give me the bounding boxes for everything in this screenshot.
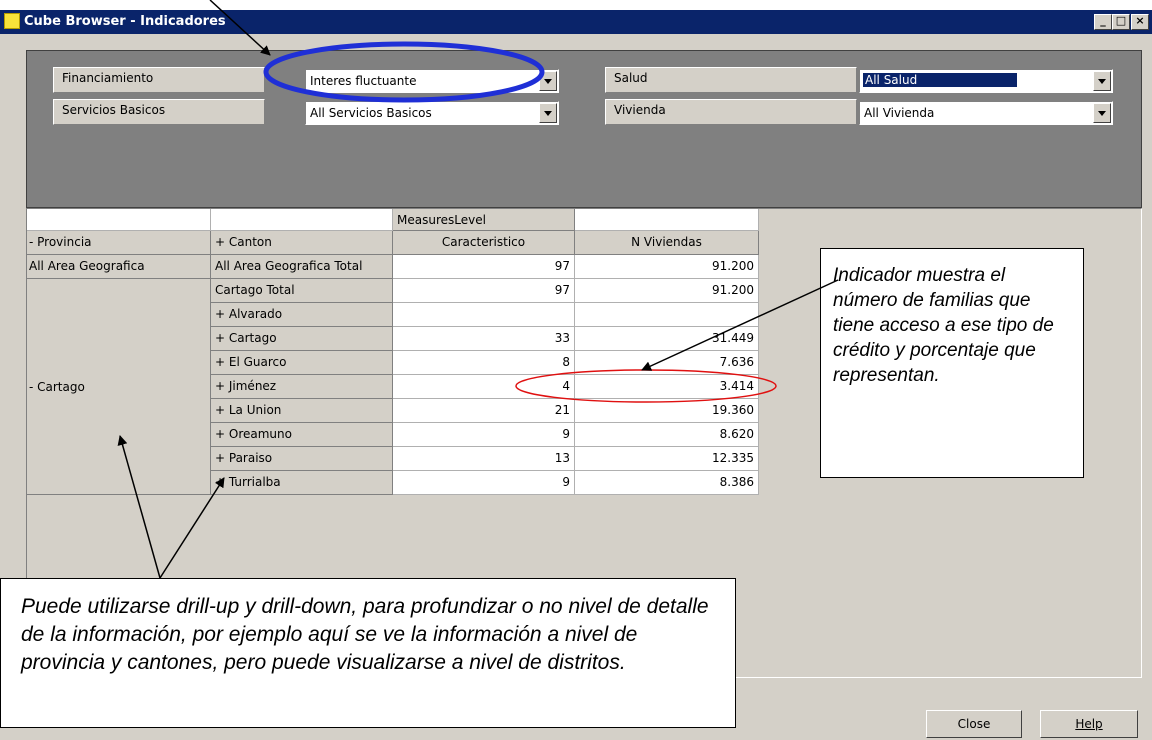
canton-cell[interactable]: + Cartago [211,327,393,351]
callout-drill: Puede utilizarse drill-up y drill-down, … [0,578,736,728]
provincia-header[interactable]: - Provincia [27,231,211,255]
caracteristico-value: 9 [393,471,575,495]
callout-indicador: Indicador muestra el número de familias … [820,248,1084,478]
canton-cell[interactable]: + La Union [211,399,393,423]
filter-label-salud: Salud [605,67,857,93]
help-button[interactable]: Help [1040,710,1138,738]
caracteristico-value: 97 [393,279,575,303]
canton-cell[interactable]: + Alvarado [211,303,393,327]
window-title: Cube Browser - Indicadores [24,14,226,29]
header-empty-cell [575,209,759,231]
cube-app-icon [4,13,20,29]
filter-value: All Salud [863,73,1017,87]
caracteristico-header[interactable]: Caracteristico [393,231,575,255]
all-area-geografica-cell[interactable]: All Area Geografica [27,255,211,279]
caracteristico-value [393,303,575,327]
chevron-down-icon[interactable] [539,103,557,123]
filter-value: All Servicios Basicos [310,106,432,120]
chevron-down-icon[interactable] [539,71,557,91]
n-viviendas-value: 8.386 [575,471,759,495]
caracteristico-value: 4 [393,375,575,399]
canton-cell[interactable]: + Jiménez [211,375,393,399]
n-viviendas-value: 31.449 [575,327,759,351]
n-viviendas-value: 7.636 [575,351,759,375]
canton-cell[interactable]: + El Guarco [211,351,393,375]
chevron-down-icon[interactable] [1093,71,1111,91]
corner-cell [27,209,211,231]
caracteristico-value: 97 [393,255,575,279]
filter-select-financiamiento[interactable]: Interes fluctuante [305,69,559,93]
filter-value: Interes fluctuante [310,74,417,88]
corner-cell [211,209,393,231]
minimize-button[interactable]: _ [1094,14,1112,30]
caracteristico-value: 8 [393,351,575,375]
chevron-down-icon[interactable] [1093,103,1111,123]
canton-cell[interactable]: + Turrialba [211,471,393,495]
canton-cell[interactable]: Cartago Total [211,279,393,303]
measures-level-header[interactable]: MeasuresLevel [393,209,575,231]
n-viviendas-value [575,303,759,327]
filter-value: All Vivienda [864,106,935,120]
close-button[interactable]: Close [926,710,1022,738]
filter-select-salud[interactable]: All Salud [859,69,1113,93]
caracteristico-value: 9 [393,423,575,447]
caracteristico-value: 21 [393,399,575,423]
row-label: All Area Geografica Total [211,255,393,279]
maximize-button[interactable]: □ [1112,14,1130,30]
title-bar[interactable]: Cube Browser - Indicadores _ □ × [0,10,1152,34]
n-viviendas-value: 91.200 [575,255,759,279]
filter-select-servicios[interactable]: All Servicios Basicos [305,101,559,125]
caracteristico-value: 33 [393,327,575,351]
n-viviendas-header[interactable]: N Viviendas [575,231,759,255]
caracteristico-value: 13 [393,447,575,471]
canton-cell[interactable]: + Paraiso [211,447,393,471]
filter-panel: Financiamiento Interes fluctuante Servic… [26,50,1142,208]
n-viviendas-value: 19.360 [575,399,759,423]
filter-label-financiamiento: Financiamiento [53,67,265,93]
filter-label-vivienda: Vivienda [605,99,857,125]
n-viviendas-value: 3.414 [575,375,759,399]
canton-cell[interactable]: + Oreamuno [211,423,393,447]
filter-select-vivienda[interactable]: All Vivienda [859,101,1113,125]
close-window-button[interactable]: × [1131,14,1149,30]
canton-header[interactable]: + Canton [211,231,393,255]
province-cartago-cell[interactable]: - Cartago [27,279,211,495]
filter-label-servicios: Servicios Basicos [53,99,265,125]
n-viviendas-value: 8.620 [575,423,759,447]
n-viviendas-value: 12.335 [575,447,759,471]
n-viviendas-value: 91.200 [575,279,759,303]
